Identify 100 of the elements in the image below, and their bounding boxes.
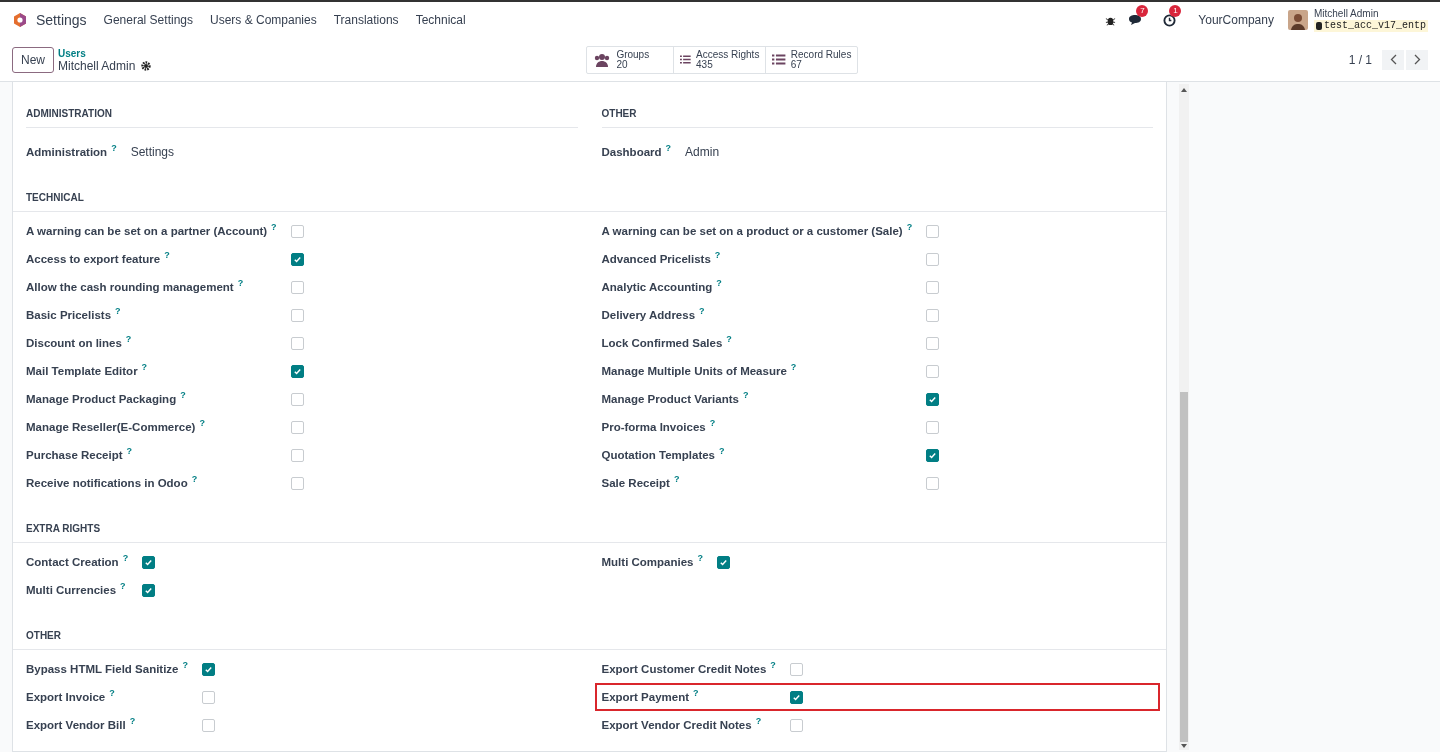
- checkbox[interactable]: [789, 690, 803, 704]
- checkbox[interactable]: [926, 420, 940, 434]
- check-icon: [719, 557, 728, 567]
- help-mark[interactable]: ?: [271, 221, 277, 235]
- checkbox[interactable]: [926, 308, 940, 322]
- help-mark[interactable]: ?: [120, 580, 126, 594]
- help-mark[interactable]: ?: [714, 249, 721, 263]
- gear-icon[interactable]: [141, 60, 152, 71]
- checkbox[interactable]: [789, 662, 803, 676]
- help-mark[interactable]: ?: [237, 277, 244, 291]
- help-mark[interactable]: ?: [742, 389, 749, 403]
- checkbox[interactable]: [290, 448, 304, 462]
- help-mark[interactable]: ?: [125, 333, 132, 347]
- checkbox[interactable]: [290, 308, 304, 322]
- menu-item[interactable]: Users & Companies: [210, 11, 317, 29]
- help-mark[interactable]: ?: [665, 142, 672, 156]
- field-label: Basic Pricelists: [26, 308, 112, 323]
- company-name[interactable]: YourCompany: [1198, 11, 1274, 29]
- checkbox[interactable]: [202, 662, 215, 676]
- pager-value: 1 / 1: [1348, 51, 1372, 69]
- check-icon: [928, 394, 938, 404]
- checkbox[interactable]: [926, 448, 940, 462]
- help-mark[interactable]: ?: [755, 715, 762, 729]
- help-mark[interactable]: ?: [716, 277, 722, 291]
- app-title[interactable]: Settings: [36, 9, 87, 31]
- checkbox[interactable]: [202, 690, 215, 704]
- chat-icon[interactable]: [1128, 13, 1144, 27]
- help-mark[interactable]: ?: [164, 249, 170, 263]
- checkbox[interactable]: [202, 718, 215, 732]
- help-mark[interactable]: ?: [770, 659, 776, 673]
- menu-item[interactable]: General Settings: [103, 11, 193, 29]
- checkbox[interactable]: [926, 336, 940, 350]
- checkbox[interactable]: [926, 280, 940, 294]
- help-mark[interactable]: ?: [697, 552, 703, 566]
- checkbox[interactable]: [290, 336, 304, 350]
- help-mark[interactable]: ?: [122, 552, 129, 566]
- checkbox[interactable]: [926, 224, 940, 238]
- help-mark[interactable]: ?: [693, 687, 699, 701]
- checkbox[interactable]: [290, 476, 304, 490]
- menu-item[interactable]: Translations: [333, 11, 399, 29]
- help-mark[interactable]: ?: [129, 715, 136, 729]
- smart-button[interactable]: Access Rights 435: [673, 46, 766, 73]
- user-name[interactable]: Mitchell Admin: [1313, 8, 1428, 20]
- previous-button[interactable]: [1382, 49, 1404, 70]
- help-mark[interactable]: ?: [191, 473, 198, 487]
- check-icon: [292, 254, 302, 264]
- help-mark[interactable]: ?: [790, 361, 797, 375]
- clock-icon[interactable]: [1163, 13, 1177, 27]
- database-name: test_acc_v17_entp: [1323, 20, 1426, 32]
- app-logo-icon[interactable]: [12, 12, 28, 28]
- field-label: Access to export feature: [26, 252, 161, 267]
- help-mark[interactable]: ?: [199, 417, 205, 431]
- chevron-left-icon: [1389, 54, 1397, 65]
- breadcrumb-link[interactable]: Users: [58, 47, 152, 60]
- checkbox[interactable]: [290, 420, 304, 434]
- field-label: Manage Multiple Units of Measure: [601, 364, 787, 379]
- checkbox[interactable]: [926, 392, 940, 406]
- menu-item[interactable]: Technical: [415, 11, 466, 29]
- checkbox[interactable]: [789, 718, 803, 732]
- avatar[interactable]: [1287, 10, 1308, 30]
- checkbox[interactable]: [290, 252, 304, 266]
- help-mark[interactable]: ?: [673, 473, 680, 487]
- checkbox[interactable]: [290, 280, 304, 294]
- field-label: Advanced Pricelists: [601, 252, 711, 267]
- section-title: TECHNICAL: [26, 192, 84, 203]
- users-icon: [593, 52, 612, 67]
- help-mark[interactable]: ?: [726, 333, 732, 347]
- help-mark[interactable]: ?: [906, 221, 913, 235]
- smart-button[interactable]: Groups 20: [587, 46, 674, 73]
- help-mark[interactable]: ?: [719, 445, 725, 459]
- smart-button-count: 435: [696, 59, 714, 70]
- checkbox[interactable]: [142, 583, 156, 597]
- help-mark[interactable]: ?: [699, 305, 705, 319]
- checkbox[interactable]: [926, 476, 940, 490]
- help-mark[interactable]: ?: [126, 445, 132, 459]
- checkbox[interactable]: [290, 224, 304, 238]
- field-label: Purchase Receipt: [26, 448, 123, 463]
- help-mark[interactable]: ?: [141, 361, 148, 375]
- checkbox[interactable]: [290, 364, 304, 378]
- checkbox[interactable]: [142, 555, 156, 569]
- checkbox[interactable]: [717, 555, 730, 569]
- help-mark[interactable]: ?: [709, 417, 716, 431]
- help-mark[interactable]: ?: [182, 659, 188, 673]
- help-mark[interactable]: ?: [180, 389, 186, 403]
- checkbox[interactable]: [926, 364, 940, 378]
- checkbox[interactable]: [290, 392, 304, 406]
- field-label: Export Customer Credit Notes: [601, 662, 767, 677]
- field-label: Export Payment: [601, 690, 690, 705]
- help-mark[interactable]: ?: [115, 305, 121, 319]
- checkbox[interactable]: [926, 252, 940, 266]
- smart-button[interactable]: Record Rules 67: [765, 46, 858, 73]
- field-label: Manage Reseller(E-Commerce): [26, 420, 196, 435]
- check-icon: [204, 664, 213, 674]
- scrollbar[interactable]: [1179, 84, 1189, 750]
- new-button[interactable]: New: [12, 46, 54, 73]
- help-mark[interactable]: ?: [109, 687, 115, 701]
- field-label: Delivery Address: [601, 308, 696, 323]
- help-mark[interactable]: ?: [111, 142, 117, 156]
- next-button[interactable]: [1406, 49, 1428, 70]
- field-label: Analytic Accounting: [601, 280, 713, 295]
